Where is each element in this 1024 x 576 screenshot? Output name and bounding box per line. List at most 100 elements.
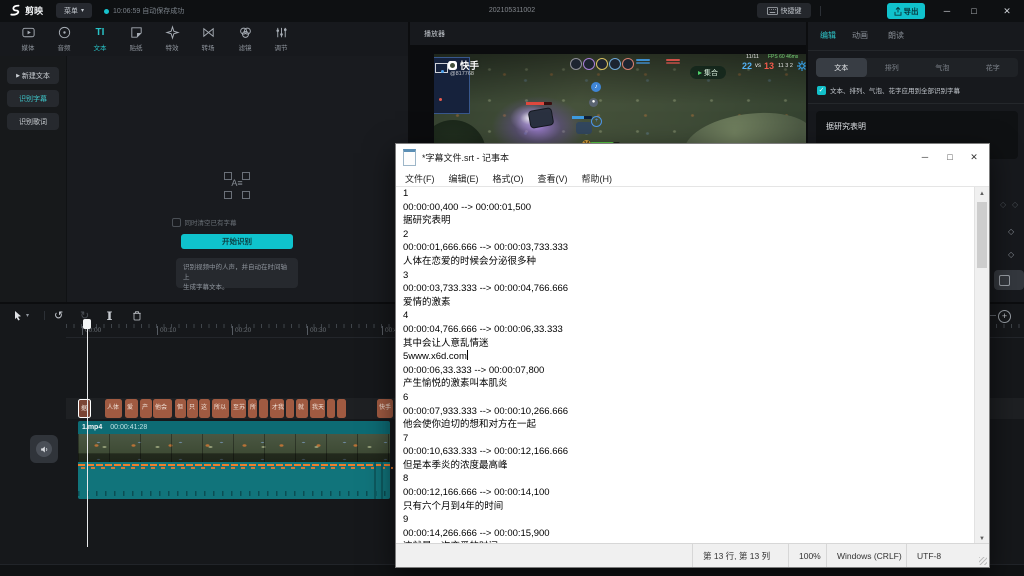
start-recognition-button[interactable]: 开始识别 bbox=[181, 234, 293, 249]
subtitle-clip[interactable]: 我天 bbox=[310, 399, 325, 418]
keyframe-diamond-icon[interactable]: ◇ bbox=[1008, 227, 1014, 236]
subtitle-clip[interactable]: 快手 bbox=[377, 399, 393, 418]
notepad-title: *字幕文件.srt - 记事本 bbox=[422, 151, 509, 164]
playhead-line[interactable] bbox=[87, 324, 88, 547]
menu-item-file[interactable]: 文件(F) bbox=[398, 172, 442, 185]
score-left: 22 bbox=[742, 61, 752, 71]
delete-button[interactable] bbox=[131, 308, 143, 322]
toolbar-tab-transition[interactable]: 转场 bbox=[192, 25, 224, 55]
toolbar-tab-sticker[interactable]: 贴纸 bbox=[120, 25, 152, 55]
export-button[interactable]: 导出 bbox=[887, 3, 925, 19]
subtab-bubble[interactable]: 气泡 bbox=[917, 58, 968, 77]
subtitle-clip[interactable] bbox=[259, 399, 268, 418]
shortcut-keys-button[interactable]: 快捷键 bbox=[757, 3, 811, 18]
recognition-description: 识别视频中的人声，并自动在时间轴上 生成字幕文本。 bbox=[176, 258, 298, 288]
notepad-line: 1 bbox=[396, 187, 989, 201]
subtitle-clip[interactable] bbox=[327, 399, 335, 418]
split-button[interactable]: ][ bbox=[107, 308, 111, 322]
apply-all-checkbox[interactable]: ✓ bbox=[817, 86, 826, 95]
subtitle-clip[interactable] bbox=[286, 399, 294, 418]
close-button[interactable]: ✕ bbox=[994, 0, 1020, 22]
subtitle-clip[interactable]: 才我 bbox=[270, 399, 284, 418]
notepad-line: 爱情的激素 bbox=[396, 296, 989, 310]
clear-existing-subtitles-row[interactable]: 同时清空已有字幕 bbox=[0, 217, 408, 227]
subtab-text[interactable]: 文本 bbox=[816, 58, 867, 77]
timeline-zoom-in-button[interactable]: + bbox=[998, 310, 1011, 323]
notepad-scrollbar[interactable]: ▲ ▼ bbox=[974, 187, 989, 546]
sidebar-item-new-text[interactable]: ▶ 新建文本 bbox=[7, 67, 59, 84]
sidebar-item-recognize-lyrics[interactable]: 识别歌词 bbox=[7, 113, 59, 130]
toolbar-tab-filter[interactable]: 滤镜 bbox=[229, 25, 261, 55]
notepad-minimize-button[interactable]: ─ bbox=[913, 144, 937, 170]
trash-icon bbox=[131, 309, 143, 322]
subtitle-clip[interactable]: 至苏 bbox=[231, 399, 246, 418]
undo-button[interactable]: ↺ bbox=[54, 308, 63, 322]
notepad-doc-icon bbox=[403, 149, 416, 166]
score-right: 13 bbox=[764, 61, 774, 71]
subtitle-clip[interactable]: 这 bbox=[199, 399, 210, 418]
notepad-menu-bar: 文件(F) 编辑(E) 格式(O) 查看(V) 帮助(H) bbox=[396, 170, 989, 186]
toolbar-tab-adjust[interactable]: 调节 bbox=[265, 25, 297, 55]
sidebar-item-recognize-subtitle[interactable]: 识别字幕 bbox=[7, 90, 59, 107]
toolbar-tab-audio[interactable]: 音频 bbox=[48, 25, 80, 55]
notepad-line: 4 bbox=[396, 309, 989, 323]
subtitle-clip[interactable]: 他会 bbox=[153, 399, 172, 418]
tab-animation[interactable]: 动画 bbox=[852, 30, 868, 41]
video-clip-header[interactable]: 1.mp4 00:00:41:28 bbox=[78, 421, 390, 434]
chevron-down-icon: ▾ bbox=[26, 312, 29, 319]
minimize-button[interactable]: ─ bbox=[934, 0, 960, 22]
subtitle-clip[interactable]: 只 bbox=[187, 399, 198, 418]
tab-edit[interactable]: 编辑 bbox=[820, 30, 836, 41]
audio-waveform-track[interactable] bbox=[78, 462, 390, 499]
tab-read-aloud[interactable]: 朗读 bbox=[888, 30, 904, 41]
subtitle-clip[interactable]: 人体 bbox=[105, 399, 122, 418]
subtitle-clip[interactable]: 所以 bbox=[212, 399, 229, 418]
select-tool-button[interactable]: ▾ bbox=[12, 308, 29, 322]
subtitle-clip[interactable]: 所 bbox=[248, 399, 257, 418]
keyframe-diamond-icon[interactable]: ◇ bbox=[1008, 250, 1014, 259]
toolbar-tab-text[interactable]: TI 文本 bbox=[84, 25, 116, 55]
keyframe-diamond-icon[interactable]: ◇ bbox=[1012, 200, 1018, 209]
subtab-fancy-text[interactable]: 花字 bbox=[968, 58, 1019, 77]
menu-item-format[interactable]: 格式(O) bbox=[486, 172, 531, 185]
subtitle-clip[interactable]: 但 bbox=[175, 399, 186, 418]
menu-item-view[interactable]: 查看(V) bbox=[531, 172, 575, 185]
status-encoding: UTF-8 bbox=[906, 544, 989, 567]
apply-to-all-row[interactable]: ✓ 文本、排列、气泡、花字应用到全部识别字幕 bbox=[817, 85, 960, 95]
media-icon bbox=[12, 25, 44, 40]
playhead-handle[interactable] bbox=[83, 319, 91, 329]
subtitle-clip[interactable]: 产 bbox=[140, 399, 152, 418]
scrollbar-thumb[interactable] bbox=[977, 202, 987, 268]
subtitle-recognition-icon: A≡ bbox=[224, 172, 250, 199]
maximize-button[interactable]: □ bbox=[961, 0, 987, 22]
track-mute-button[interactable] bbox=[30, 435, 58, 463]
hero-portrait bbox=[583, 58, 595, 70]
clear-checkbox[interactable] bbox=[172, 218, 181, 227]
subtab-arrange[interactable]: 排列 bbox=[867, 58, 918, 77]
video-clip-thumbnails[interactable] bbox=[78, 434, 390, 462]
panel-partial-button[interactable] bbox=[994, 270, 1024, 290]
toolbar-tab-effects[interactable]: 特效 bbox=[156, 25, 188, 55]
notepad-line: 00:00:00,400 --> 00:00:01,500 bbox=[396, 201, 989, 215]
notepad-maximize-button[interactable]: □ bbox=[938, 144, 962, 170]
notepad-line: 6 bbox=[396, 391, 989, 405]
main-toolbar: 媒体 音频 TI 文本 贴纸 特效 转场 滤镜 调节 bbox=[0, 22, 408, 56]
notepad-title-bar[interactable]: *字幕文件.srt - 记事本 ─ □ ✕ bbox=[396, 144, 989, 170]
scroll-up-icon[interactable]: ▲ bbox=[975, 187, 989, 201]
notepad-line: 00:00:12,166.666 --> 00:00:14,100 bbox=[396, 486, 989, 500]
keyframe-diamond-icon[interactable]: ◇ bbox=[1000, 200, 1006, 209]
menu-item-edit[interactable]: 编辑(E) bbox=[442, 172, 486, 185]
fps-text: FPS 60 46ms bbox=[768, 54, 798, 60]
status-cursor-position: 第 13 行, 第 13 列 bbox=[692, 544, 788, 567]
subtitle-clip[interactable] bbox=[337, 399, 346, 418]
toolbar-tab-media[interactable]: 媒体 bbox=[12, 25, 44, 55]
notepad-line: 但是本季炎的浓度最高峰 bbox=[396, 459, 989, 473]
subtitle-clip[interactable]: 据 bbox=[78, 399, 91, 418]
status-line-endings: Windows (CRLF) bbox=[826, 544, 906, 567]
subtitle-clip[interactable]: 就 bbox=[296, 399, 308, 418]
notepad-text-area[interactable]: 1 00:00:00,400 --> 00:00:01,500 据研究表明 2 … bbox=[396, 186, 989, 546]
notepad-close-button[interactable]: ✕ bbox=[962, 144, 986, 170]
menu-item-help[interactable]: 帮助(H) bbox=[575, 172, 620, 185]
resize-grip[interactable] bbox=[979, 557, 987, 565]
subtitle-clip[interactable]: 爱 bbox=[125, 399, 138, 418]
